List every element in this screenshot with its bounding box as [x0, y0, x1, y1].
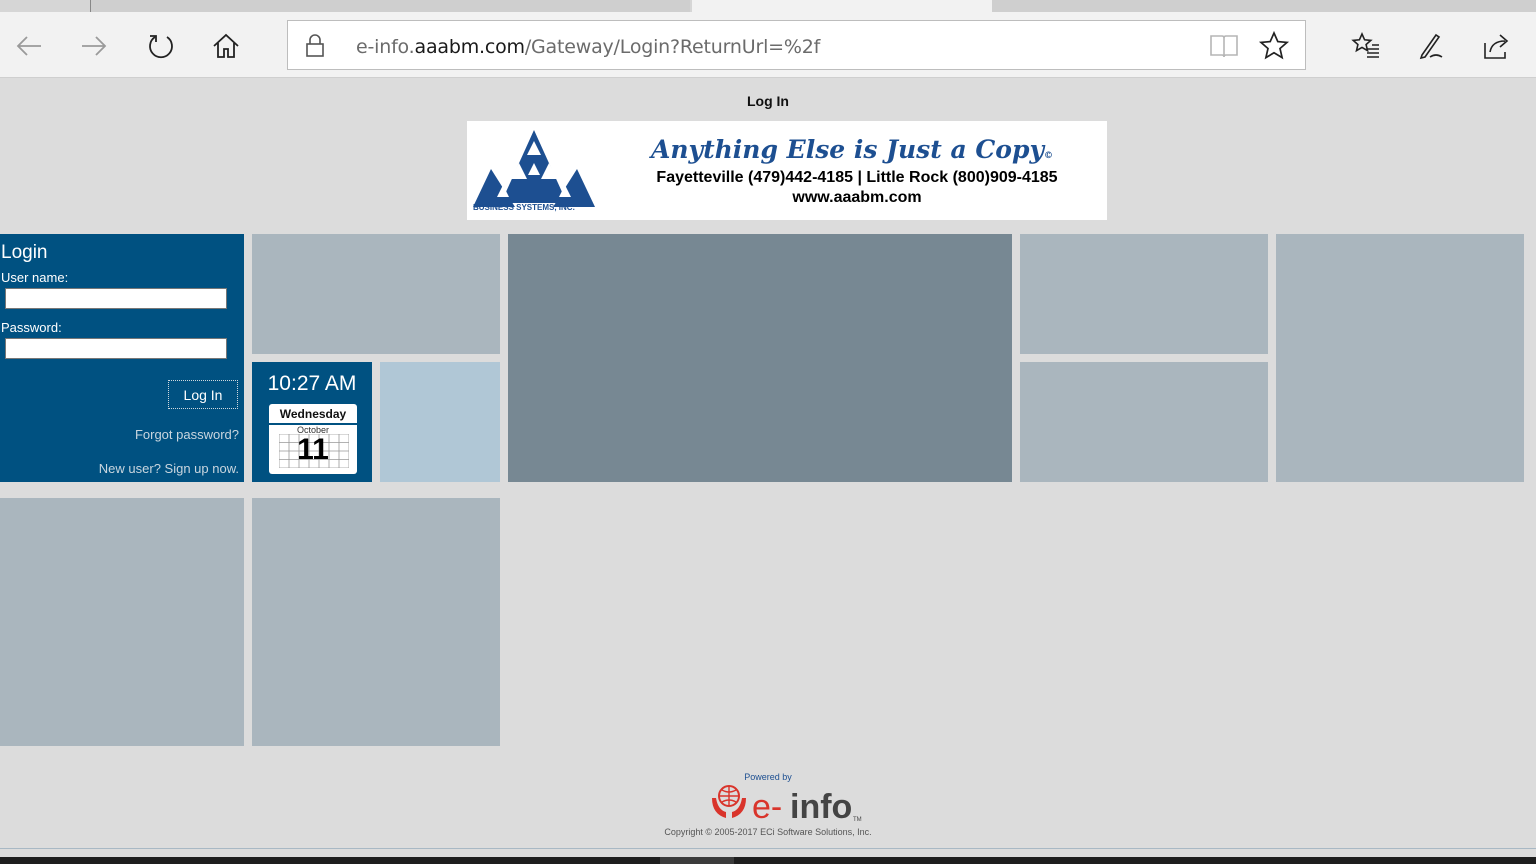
clock-time: 10:27 AM: [267, 372, 357, 395]
url-text: e-info.aaabm.com/Gateway/Login?ReturnUrl…: [356, 36, 821, 58]
refresh-button[interactable]: [141, 26, 181, 66]
forward-button[interactable]: [74, 26, 114, 66]
signup-link[interactable]: New user? Sign up now.: [99, 461, 239, 476]
banner-phones: Fayetteville (479)442-4185 | Little Rock…: [656, 169, 1058, 186]
calendar-weekday: Wednesday: [279, 407, 347, 421]
svg-text:e-: e-: [752, 788, 782, 826]
taskbar: [0, 857, 1536, 864]
browser-toolbar: e-info.aaabm.com/Gateway/Login?ReturnUrl…: [0, 12, 1536, 78]
forward-icon: [82, 36, 107, 56]
username-label: User name:: [1, 270, 69, 285]
browser-tab-active[interactable]: [692, 0, 992, 12]
share-button[interactable]: [1476, 26, 1516, 66]
calendar-icon: Wednesday October 11: [269, 404, 357, 474]
svg-text:info: info: [790, 788, 852, 826]
company-name: BUSINESS SYSTEMS, INC.: [473, 203, 575, 212]
tile[interactable]: [1276, 234, 1524, 482]
page-title: Log In: [747, 93, 789, 109]
company-banner: BUSINESS SYSTEMS, INC. Anything Else is …: [467, 121, 1107, 220]
login-heading: Login: [1, 242, 48, 263]
copyright-text: Copyright © 2005-2017 ECi Software Solut…: [664, 827, 872, 837]
banner-slogan: Anything Else is Just a Copy©: [650, 135, 1053, 164]
refresh-icon: [149, 35, 173, 59]
banner-website: www.aaabm.com: [792, 189, 922, 206]
password-input[interactable]: [5, 338, 227, 359]
taskbar-item[interactable]: [660, 857, 734, 864]
tile[interactable]: [1020, 234, 1268, 354]
web-note-icon: [1419, 33, 1443, 60]
aaa-logo-icon: [473, 130, 595, 207]
footer-divider: [0, 848, 1536, 849]
username-input[interactable]: [5, 288, 227, 309]
favorites-hub-icon: [1351, 32, 1379, 58]
login-button[interactable]: Log In: [168, 380, 238, 409]
browser-tab[interactable]: [992, 0, 1536, 12]
home-button[interactable]: [206, 26, 246, 66]
tab-strip: [0, 0, 1536, 12]
web-note-button[interactable]: [1411, 26, 1451, 66]
reading-view-icon[interactable]: [1208, 31, 1240, 61]
tile[interactable]: [252, 234, 500, 354]
browser-tab[interactable]: [90, 0, 690, 12]
calendar-day: 11: [297, 433, 329, 466]
back-button[interactable]: [9, 26, 49, 66]
tile[interactable]: [1020, 362, 1268, 482]
login-tile: Login User name: Password: Log In Forgot…: [0, 234, 244, 482]
svg-text:TM: TM: [853, 817, 862, 823]
einfo-logo-icon: e- info TM: [712, 785, 862, 826]
tile[interactable]: [252, 498, 500, 746]
favorite-star-icon[interactable]: [1258, 30, 1290, 62]
tile-large[interactable]: [508, 234, 1012, 482]
tile[interactable]: [380, 362, 500, 482]
back-icon: [16, 36, 41, 56]
clock-tile: 10:27 AM Wednesday October 11: [252, 362, 372, 482]
favorites-hub-button[interactable]: [1346, 26, 1386, 66]
tile[interactable]: [0, 498, 244, 746]
lock-icon: [306, 34, 324, 57]
password-label: Password:: [1, 320, 62, 335]
share-icon: [1484, 34, 1509, 59]
home-icon: [213, 33, 239, 58]
powered-by-label: Powered by: [744, 772, 792, 782]
address-bar[interactable]: e-info.aaabm.com/Gateway/Login?ReturnUrl…: [287, 20, 1306, 70]
forgot-password-link[interactable]: Forgot password?: [135, 427, 239, 442]
